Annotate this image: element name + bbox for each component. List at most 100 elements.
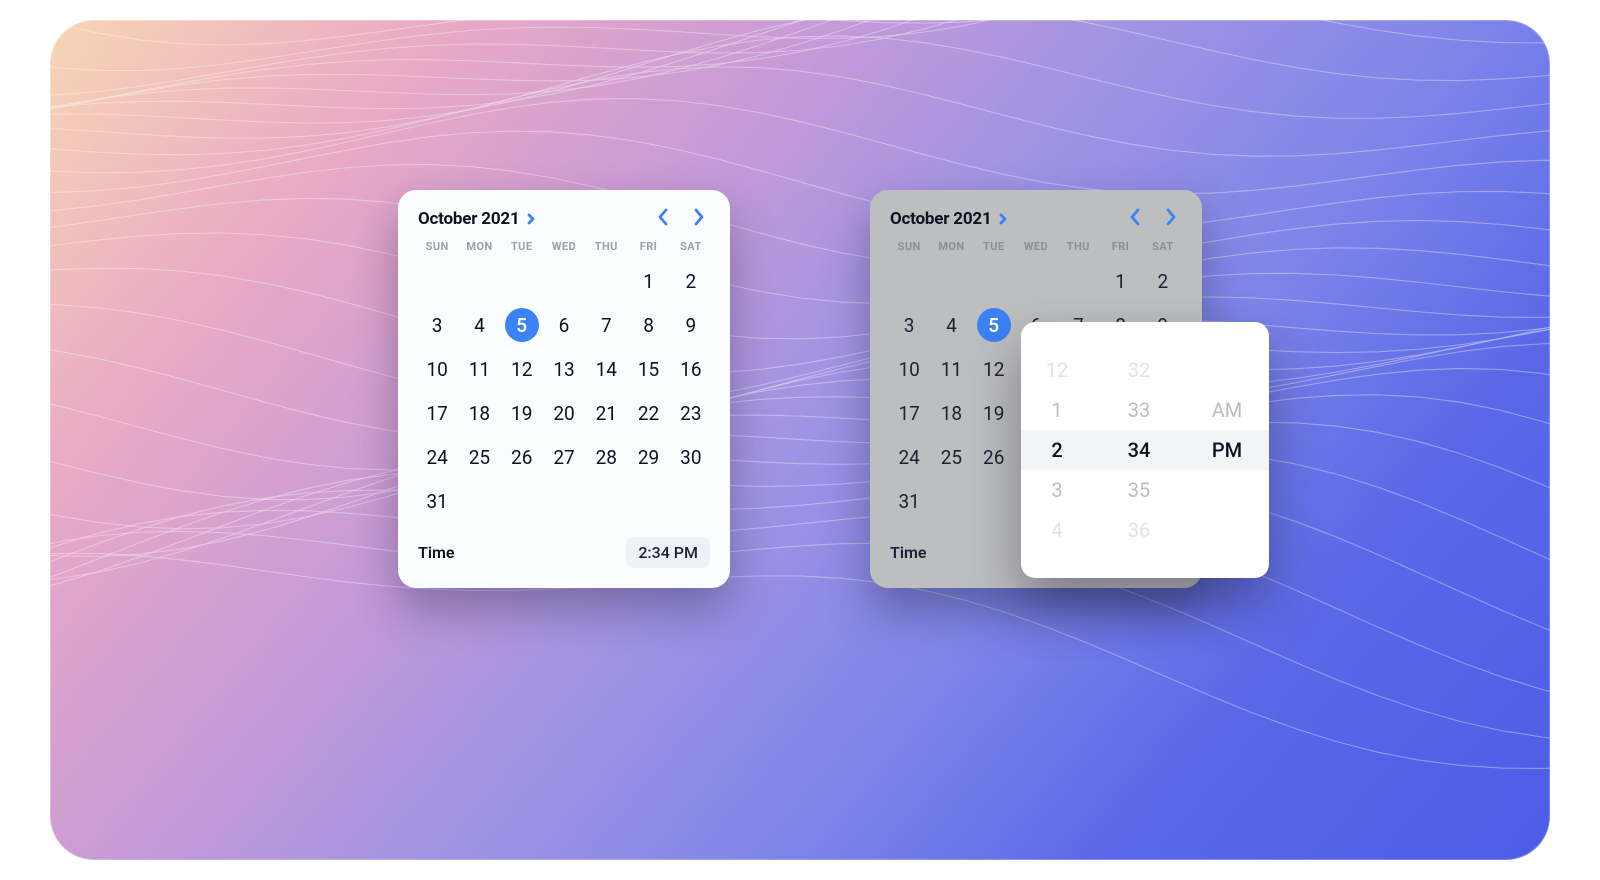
calendar-day-cell[interactable]: 17 bbox=[888, 391, 930, 435]
calendar-day-cell[interactable]: 28 bbox=[585, 435, 627, 479]
calendar-day-cell[interactable]: 11 bbox=[458, 347, 500, 391]
calendar-day-cell[interactable]: 29 bbox=[627, 435, 669, 479]
calendar-day-cell[interactable]: 5 bbox=[501, 303, 543, 347]
calendar-empty-cell bbox=[1057, 259, 1099, 303]
calendar-dow-cell: TUE bbox=[973, 240, 1015, 253]
calendar-dow-cell: THU bbox=[585, 240, 627, 253]
calendar-nav bbox=[652, 208, 710, 230]
time-picker-item[interactable] bbox=[1185, 470, 1269, 510]
calendar-dow-cell: WED bbox=[1015, 240, 1057, 253]
time-picker-item[interactable]: 35 bbox=[1093, 470, 1185, 510]
calendar-day-cell[interactable]: 7 bbox=[585, 303, 627, 347]
calendar-dow-cell: SUN bbox=[888, 240, 930, 253]
calendar-title[interactable]: October 2021 bbox=[890, 209, 1008, 229]
calendar-empty-cell bbox=[888, 259, 930, 303]
prev-month-button[interactable] bbox=[652, 208, 674, 230]
calendar-day-cell[interactable]: 31 bbox=[416, 479, 458, 523]
next-month-button[interactable] bbox=[688, 208, 710, 230]
time-picker-item[interactable]: 34 bbox=[1093, 430, 1185, 470]
chevron-right-small-icon bbox=[998, 213, 1008, 225]
time-picker-columns: 121234 3233343536 AMPM bbox=[1021, 322, 1269, 578]
time-picker-item[interactable]: 2 bbox=[1021, 430, 1093, 470]
calendar-day-cell[interactable]: 24 bbox=[888, 435, 930, 479]
panel-left-slot: October 2021 bbox=[398, 190, 730, 588]
calendar-day-cell[interactable]: 3 bbox=[888, 303, 930, 347]
time-picker-minutes-column[interactable]: 3233343536 bbox=[1093, 322, 1185, 578]
calendar-dow-cell: SUN bbox=[416, 240, 458, 253]
calendar-day-cell[interactable]: 19 bbox=[973, 391, 1015, 435]
calendar-day-cell[interactable]: 25 bbox=[458, 435, 500, 479]
calendar-day-cell[interactable]: 17 bbox=[416, 391, 458, 435]
calendar-day-cell[interactable]: 9 bbox=[670, 303, 712, 347]
calendar-day-cell[interactable]: 27 bbox=[543, 435, 585, 479]
time-picker-popover[interactable]: 121234 3233343536 AMPM bbox=[1021, 322, 1269, 578]
next-month-button[interactable] bbox=[1160, 208, 1182, 230]
calendar-day-cell[interactable]: 4 bbox=[458, 303, 500, 347]
calendar-day-cell[interactable]: 13 bbox=[543, 347, 585, 391]
calendar-title[interactable]: October 2021 bbox=[418, 209, 536, 229]
calendar-title-text: October 2021 bbox=[418, 209, 520, 229]
calendar-day-cell[interactable]: 15 bbox=[627, 347, 669, 391]
calendar-empty-cell bbox=[543, 259, 585, 303]
calendar-day-cell[interactable]: 26 bbox=[973, 435, 1015, 479]
calendar-day-cell[interactable]: 6 bbox=[543, 303, 585, 347]
calendar-day-cell[interactable]: 4 bbox=[930, 303, 972, 347]
calendar-grid: 1234567891011121314151617181920212223242… bbox=[416, 259, 712, 523]
calendar-day-cell[interactable]: 16 bbox=[670, 347, 712, 391]
calendar-day-cell[interactable]: 30 bbox=[670, 435, 712, 479]
time-picker-item[interactable]: 32 bbox=[1093, 350, 1185, 390]
calendar-empty-cell bbox=[416, 259, 458, 303]
calendar-day-cell[interactable]: 20 bbox=[543, 391, 585, 435]
calendar-day-cell[interactable]: 3 bbox=[416, 303, 458, 347]
calendar-day-cell[interactable]: 23 bbox=[670, 391, 712, 435]
calendar-day-cell[interactable]: 12 bbox=[973, 347, 1015, 391]
calendar-day-cell[interactable]: 1 bbox=[1099, 259, 1141, 303]
time-label: Time bbox=[890, 543, 927, 562]
calendar-day-cell[interactable]: 12 bbox=[501, 347, 543, 391]
calendar-day-cell[interactable]: 8 bbox=[627, 303, 669, 347]
panel-right-slot: October 2021 bbox=[870, 190, 1202, 588]
time-picker-item[interactable]: 36 bbox=[1093, 510, 1185, 550]
chevron-right-icon bbox=[1164, 207, 1178, 231]
calendar-day-cell[interactable]: 5 bbox=[973, 303, 1015, 347]
calendar-nav bbox=[1124, 208, 1182, 230]
calendar-day-cell[interactable]: 11 bbox=[930, 347, 972, 391]
calendar-dow-cell: WED bbox=[543, 240, 585, 253]
calendar-empty-cell bbox=[501, 259, 543, 303]
calendar-day-cell[interactable]: 1 bbox=[627, 259, 669, 303]
calendar-day-cell[interactable]: 18 bbox=[458, 391, 500, 435]
calendar-dow-cell: TUE bbox=[501, 240, 543, 253]
stage: October 2021 bbox=[50, 20, 1550, 860]
calendar-day-cell[interactable]: 14 bbox=[585, 347, 627, 391]
time-picker-item[interactable]: 33 bbox=[1093, 390, 1185, 430]
chevron-left-icon bbox=[656, 207, 670, 231]
calendar-empty-cell bbox=[973, 259, 1015, 303]
calendar-day-cell[interactable]: 10 bbox=[888, 347, 930, 391]
time-value-button[interactable]: 2:34 PM bbox=[626, 537, 710, 568]
calendar-day-cell[interactable]: 19 bbox=[501, 391, 543, 435]
time-picker-item[interactable]: AM bbox=[1185, 390, 1269, 430]
time-picker-item[interactable] bbox=[1185, 510, 1269, 550]
calendar-day-cell[interactable]: 31 bbox=[888, 479, 930, 523]
calendar-day-cell[interactable]: 22 bbox=[627, 391, 669, 435]
prev-month-button[interactable] bbox=[1124, 208, 1146, 230]
calendar-day-cell[interactable]: 10 bbox=[416, 347, 458, 391]
calendar-dow-cell: SAT bbox=[670, 240, 712, 253]
calendar-day-cell[interactable]: 2 bbox=[670, 259, 712, 303]
time-picker-item[interactable]: 4 bbox=[1021, 510, 1093, 550]
time-picker-item[interactable]: PM bbox=[1185, 430, 1269, 470]
calendar-day-cell[interactable]: 18 bbox=[930, 391, 972, 435]
time-picker-item[interactable]: 12 bbox=[1021, 350, 1093, 390]
chevron-right-icon bbox=[692, 207, 706, 231]
calendar-day-cell[interactable]: 2 bbox=[1142, 259, 1184, 303]
calendar-day-cell[interactable]: 26 bbox=[501, 435, 543, 479]
time-picker-hours-column[interactable]: 121234 bbox=[1021, 322, 1093, 578]
time-picker-item[interactable]: 1 bbox=[1021, 390, 1093, 430]
calendar-dow-cell: THU bbox=[1057, 240, 1099, 253]
time-picker-item[interactable] bbox=[1185, 350, 1269, 390]
time-picker-ampm-column[interactable]: AMPM bbox=[1185, 322, 1269, 578]
time-picker-item[interactable]: 3 bbox=[1021, 470, 1093, 510]
calendar-day-cell[interactable]: 25 bbox=[930, 435, 972, 479]
calendar-day-cell[interactable]: 24 bbox=[416, 435, 458, 479]
calendar-day-cell[interactable]: 21 bbox=[585, 391, 627, 435]
